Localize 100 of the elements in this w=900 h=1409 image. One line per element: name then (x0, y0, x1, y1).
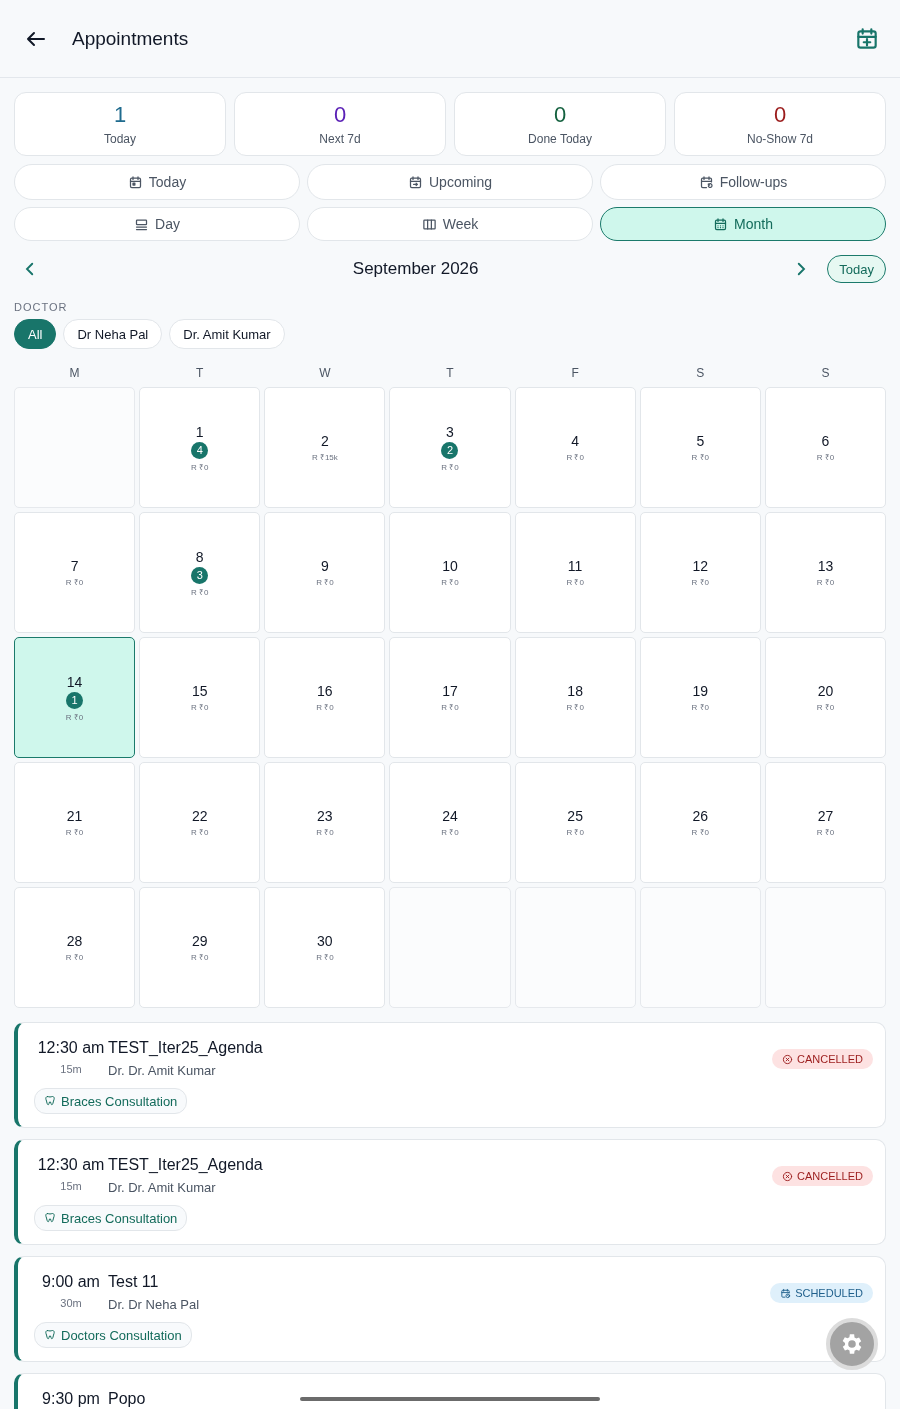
rows-icon (134, 216, 150, 232)
appointment-title: Popo (108, 1390, 146, 1408)
day-cell[interactable]: 11 R ₹0 (514, 512, 636, 633)
appointment-duration: 30m (60, 1297, 82, 1309)
day-number: 4 (571, 433, 580, 449)
day-cell[interactable]: 23 R ₹0 (264, 762, 386, 883)
day-cell[interactable]: 10 R ₹0 (389, 512, 511, 633)
weekday-label: F (570, 366, 580, 380)
day-revenue: R ₹0 (566, 452, 584, 462)
day-cell[interactable]: 5 R ₹0 (639, 387, 761, 508)
view-tab[interactable]: Week (307, 207, 593, 241)
view-tab[interactable]: Month (600, 207, 886, 241)
day-cell[interactable]: 21 R ₹0 (14, 762, 136, 883)
appointment-time: 9:30 pm (42, 1390, 100, 1408)
status-badge: SCHEDULED (770, 1283, 873, 1303)
columns-icon (421, 216, 437, 232)
service-chip: Doctors Consultation (34, 1322, 192, 1348)
day-number: 23 (317, 808, 333, 824)
day-revenue: R ₹0 (691, 452, 709, 462)
day-revenue: R ₹0 (65, 577, 84, 587)
day-number: 6 (821, 433, 830, 449)
day-revenue: R ₹0 (65, 952, 84, 962)
doctor-chip[interactable]: Dr Neha Pal (63, 319, 163, 349)
tooth-icon (44, 1095, 56, 1107)
day-cell[interactable]: 8 3 R ₹0 (139, 512, 261, 633)
filter-tab[interactable]: Today (14, 164, 300, 200)
day-cell[interactable]: 26 R ₹0 (639, 762, 761, 883)
count-badge: 3 (191, 566, 209, 584)
doctor-chip[interactable]: Dr. Amit Kumar (169, 319, 285, 349)
stat-value: 0 (553, 102, 567, 128)
day-cell[interactable]: 12 R ₹0 (639, 512, 761, 633)
day-number: 16 (317, 683, 333, 699)
day-cell[interactable]: 27 R ₹0 (764, 762, 886, 883)
appointment-card[interactable]: 12:30 am 15m TEST_Iter25_Agenda Dr. Dr. Amit Kumar CANCELLED Braces Consultation (14, 1022, 886, 1128)
day-revenue: R ₹0 (191, 827, 209, 837)
day-cell[interactable]: 13 R ₹0 (764, 512, 886, 633)
day-cell[interactable]: 6 R ₹0 (764, 387, 886, 508)
view-tab[interactable]: Day (14, 207, 300, 241)
calendar-icon (127, 174, 143, 190)
appointment-card[interactable]: 9:00 am 30m Test 11 Dr. Dr Neha Pal SCHEDULED Doctors Consultation (14, 1256, 886, 1362)
filter-tab[interactable]: Upcoming (307, 164, 593, 200)
weekday-label: T (195, 366, 205, 380)
day-revenue: R ₹0 (316, 827, 334, 837)
day-cell[interactable]: 22 R ₹0 (139, 762, 261, 883)
doctor-name: Dr. Dr Neha Pal (108, 1297, 200, 1312)
appointment-title: Test 11 (108, 1273, 160, 1291)
count-badge: 2 (441, 441, 459, 459)
appointment-card[interactable]: 12:30 am 15m TEST_Iter25_Agenda Dr. Dr. Amit Kumar CANCELLED Braces Consultation (14, 1139, 886, 1245)
day-cell[interactable]: 16 R ₹0 (264, 637, 386, 758)
day-cell[interactable]: 14 1 R ₹0 (14, 637, 136, 758)
appointment-duration: 15m (60, 1180, 82, 1192)
day-cell[interactable]: 4 R ₹0 (514, 387, 636, 508)
day-cell[interactable]: 20 R ₹0 (764, 637, 886, 758)
day-revenue: R ₹0 (65, 827, 84, 837)
appointment-card[interactable]: 9:30 pm Popo (14, 1373, 886, 1409)
day-number: 29 (191, 933, 208, 949)
count-badge: 4 (191, 441, 209, 459)
service-chip: Braces Consultation (34, 1088, 188, 1114)
cancel-circle-icon (781, 1170, 793, 1182)
day-cell[interactable]: 3 2 R ₹0 (389, 387, 511, 508)
day-revenue: R ₹0 (441, 827, 459, 837)
day-revenue: R ₹0 (191, 586, 209, 597)
day-cell[interactable]: 19 R ₹0 (639, 637, 761, 758)
day-cell[interactable]: 17 R ₹0 (389, 637, 511, 758)
day-cell[interactable]: 18 R ₹0 (514, 637, 636, 758)
day-revenue: R ₹15k (311, 452, 338, 462)
day-number: 10 (442, 558, 458, 574)
stat-label: Today (104, 132, 136, 146)
doctor-name: Dr. Dr. Amit Kumar (108, 1063, 217, 1078)
filter-tab[interactable]: Follow-ups (600, 164, 886, 200)
appointment-title: TEST_Iter25_Agenda (108, 1039, 263, 1057)
day-cell[interactable]: 29 R ₹0 (139, 887, 261, 1008)
day-cell[interactable]: 30 R ₹0 (264, 887, 386, 1008)
appointment-time: 12:30 am (37, 1039, 105, 1057)
day-cell[interactable]: 7 R ₹0 (14, 512, 136, 633)
appointment-title: TEST_Iter25_Agenda (108, 1156, 263, 1174)
day-cell[interactable]: 2 R ₹15k (264, 387, 386, 508)
weekday-label: W (318, 366, 332, 380)
day-number: 5 (696, 433, 705, 449)
day-cell[interactable]: 9 R ₹0 (264, 512, 386, 633)
weekday-label: S (820, 366, 831, 380)
day-number: 2 (320, 433, 329, 449)
stat-value: 1 (113, 102, 127, 128)
day-number: 20 (817, 683, 834, 699)
day-cell[interactable]: 15 R ₹0 (139, 637, 261, 758)
day-revenue: R ₹0 (816, 827, 835, 837)
today-button[interactable]: Today (827, 255, 886, 283)
calendar-refresh-icon (698, 174, 714, 190)
day-revenue: R ₹0 (816, 577, 835, 587)
doctor-chip[interactable]: All (14, 319, 57, 349)
weekday-label: S (695, 366, 706, 380)
day-revenue: R ₹0 (566, 827, 584, 837)
day-cell[interactable]: 25 R ₹0 (514, 762, 636, 883)
day-cell[interactable]: 28 R ₹0 (14, 887, 136, 1008)
day-cell[interactable]: 1 4 R ₹0 (139, 387, 261, 508)
day-cell[interactable]: 24 R ₹0 (389, 762, 511, 883)
day-number: 25 (567, 808, 583, 824)
day-number: 27 (817, 808, 834, 824)
day-revenue: R ₹0 (566, 577, 584, 587)
day-revenue: R ₹0 (816, 702, 835, 712)
